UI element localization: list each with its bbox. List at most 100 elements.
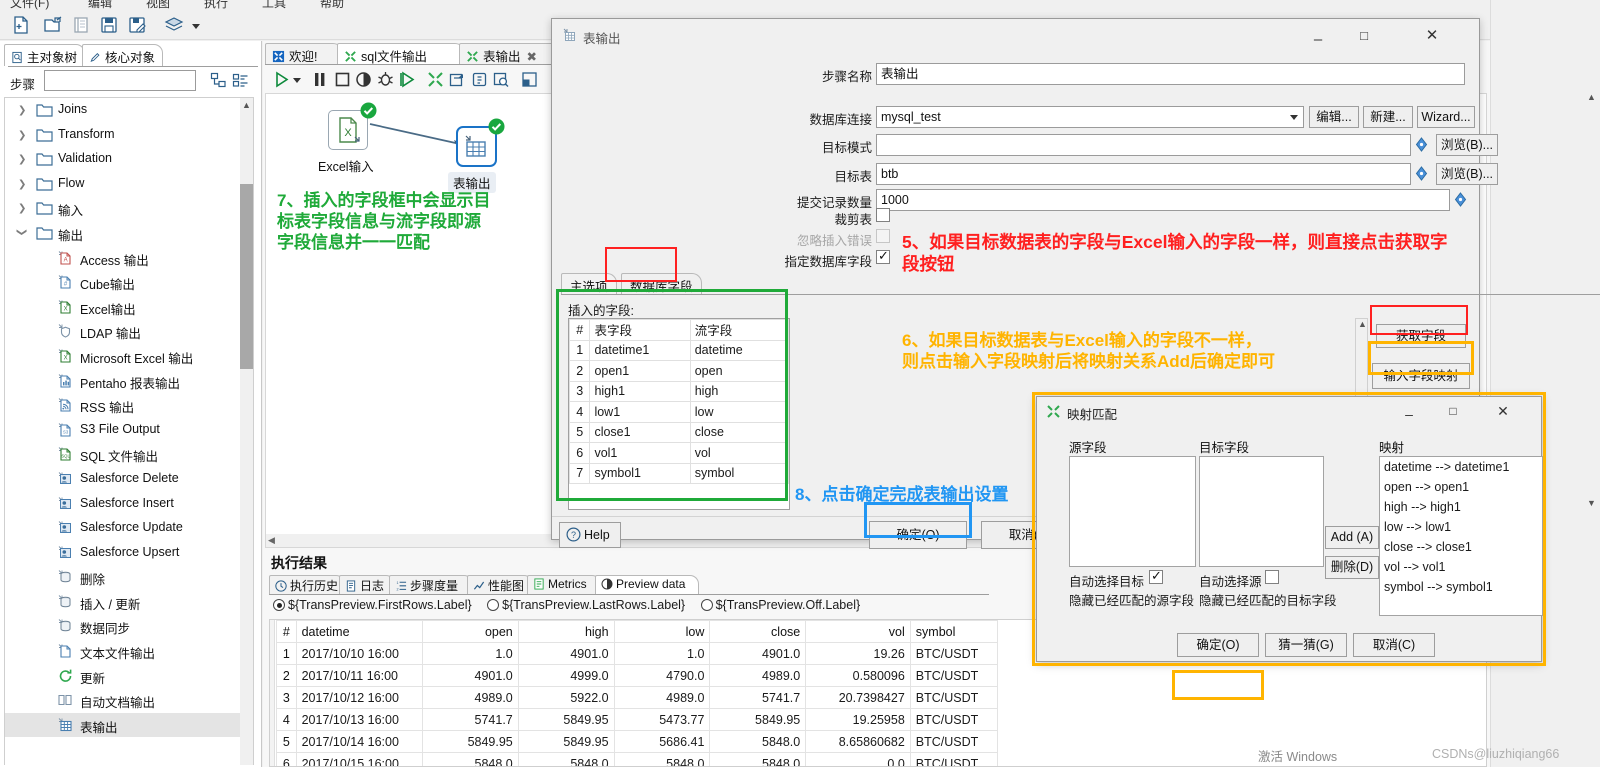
tree-item-输出[interactable]: ❯ 输出 bbox=[5, 221, 253, 246]
sql-editor-icon[interactable] bbox=[469, 69, 490, 90]
target-schema-input[interactable] bbox=[876, 134, 1411, 156]
menu-item-view[interactable]: 视图 bbox=[146, 0, 170, 10]
save-as-icon[interactable] bbox=[126, 14, 148, 36]
chevron-right-icon[interactable]: ❯ bbox=[18, 130, 27, 141]
menu-item-run[interactable]: 执行 bbox=[204, 0, 228, 10]
tree-item-pentaho-报表输出[interactable]: Pentaho 报表输出 bbox=[5, 369, 253, 394]
minimize-icon[interactable]: – bbox=[1295, 19, 1341, 49]
tree-item-数据同步[interactable]: 数据同步 bbox=[5, 614, 253, 639]
preview-table-row[interactable]: 2 2017/10/11 16:00 4901.0 4999.0 4790.0 4989.… bbox=[276, 664, 999, 687]
collapse-tree-icon[interactable] bbox=[232, 72, 249, 89]
export-icon[interactable] bbox=[447, 69, 468, 90]
commit-size-input[interactable]: 1000 bbox=[876, 189, 1450, 211]
exec-tab-性能图[interactable]: 性能图 bbox=[467, 575, 533, 595]
tree-item-ldap-输出[interactable]: LDAP 输出 bbox=[5, 319, 253, 344]
editor-tab-1[interactable]: sql文件输出 bbox=[337, 43, 465, 65]
tree-item-sql-文件输出[interactable]: SQL SQL 文件输出 bbox=[5, 442, 253, 467]
preview-col-open[interactable]: open bbox=[421, 620, 519, 643]
tree-item-access-输出[interactable]: A Access 输出 bbox=[5, 246, 253, 271]
variable-diamond-icon[interactable] bbox=[1413, 136, 1430, 153]
edit-connection-button[interactable]: 编辑... bbox=[1309, 106, 1359, 128]
chevron-down-icon[interactable]: ❯ bbox=[16, 228, 27, 237]
tree-item-表输出[interactable]: 表输出 bbox=[5, 712, 253, 738]
preview-col-datetime[interactable]: datetime bbox=[295, 620, 423, 643]
exec-tab-metrics[interactable]: Metrics bbox=[527, 575, 601, 595]
radio-off[interactable]: ${TransPreview.Off.Label} bbox=[700, 598, 860, 612]
preview-col-high[interactable]: high bbox=[517, 620, 615, 643]
menu-item-edit[interactable]: 编辑 bbox=[88, 0, 112, 10]
tree-item-salesforce-insert[interactable]: Salesforce Insert bbox=[5, 492, 253, 517]
variable-diamond-icon-3[interactable] bbox=[1452, 191, 1469, 208]
tree-item-excel输出[interactable]: X Excel输出 bbox=[5, 295, 253, 320]
preview-table-row[interactable]: 5 2017/10/14 16:00 5849.95 5849.95 5686.41 58… bbox=[276, 730, 999, 753]
run-dropdown-arrow-icon[interactable] bbox=[291, 69, 303, 90]
explorer-icon[interactable] bbox=[70, 14, 92, 36]
exec-tab-步骤度量[interactable]: 1 2 步骤度量 bbox=[389, 575, 473, 595]
step-name-input[interactable]: 表输出 bbox=[876, 63, 1465, 85]
specify-db-fields-checkbox[interactable] bbox=[876, 248, 890, 264]
radio-first-rows[interactable]: ${TransPreview.FirstRows.Label} bbox=[273, 598, 472, 612]
connection-chevron-down-icon[interactable] bbox=[1290, 115, 1298, 120]
expand-tree-icon[interactable] bbox=[210, 72, 227, 89]
truncate-table-checkbox[interactable] bbox=[876, 208, 890, 222]
pause-icon[interactable] bbox=[309, 69, 330, 90]
editor-tab-2[interactable]: 表输出 ✖ bbox=[459, 43, 563, 65]
variable-diamond-icon-2[interactable] bbox=[1413, 165, 1430, 182]
connection-combo[interactable]: mysql_test bbox=[876, 106, 1304, 128]
preview-table-row[interactable]: 6 2017/10/15 16:00 5848.0 5848.0 5848.0 5848.… bbox=[276, 752, 999, 766]
chevron-right-icon[interactable]: ❯ bbox=[18, 154, 27, 165]
preview-table-row[interactable]: 1 2017/10/10 16:00 1.0 4901.0 1.0 4901.0 19.26… bbox=[276, 642, 999, 665]
preview-col-idx[interactable]: # bbox=[276, 620, 297, 643]
preview-col-close[interactable]: close bbox=[709, 620, 807, 643]
chevron-right-icon[interactable]: ❯ bbox=[18, 179, 27, 190]
menu-item-help[interactable]: 帮助 bbox=[320, 0, 344, 10]
menu-item-tools[interactable]: 工具 bbox=[262, 0, 286, 10]
tree-item-自动文档输出[interactable]: 自动文档输出 bbox=[5, 688, 253, 713]
run-icon[interactable] bbox=[271, 69, 292, 90]
save-icon[interactable] bbox=[98, 14, 120, 36]
radio-last-rows[interactable]: ${TransPreview.LastRows.Label} bbox=[487, 598, 685, 612]
tree-item-joins[interactable]: ❯ Joins bbox=[5, 98, 253, 123]
preview-icon[interactable] bbox=[353, 69, 374, 90]
close-icon[interactable]: ✖ bbox=[527, 50, 537, 64]
maximize-icon[interactable]: □ bbox=[1341, 19, 1387, 49]
debug-icon[interactable] bbox=[375, 69, 396, 90]
wizard-connection-button[interactable]: Wizard... bbox=[1417, 106, 1475, 128]
layers-icon[interactable] bbox=[163, 14, 185, 36]
menu-item-file[interactable]: 文件(F) bbox=[10, 0, 49, 10]
tree-item-cube输出[interactable]: # Cube输出 bbox=[5, 270, 253, 295]
new-connection-button[interactable]: 新建... bbox=[1363, 106, 1413, 128]
menu-bar[interactable]: 文件(F) 编辑 视图 执行 工具 帮助 bbox=[0, 0, 1600, 10]
tree-item-salesforce-delete[interactable]: Salesforce Delete bbox=[5, 467, 253, 492]
close-icon[interactable]: ✕ bbox=[1409, 19, 1455, 49]
preview-col-low[interactable]: low bbox=[613, 620, 711, 643]
target-table-input[interactable]: btb bbox=[876, 163, 1411, 185]
browse-table-button[interactable]: 浏览(B)... bbox=[1436, 163, 1498, 185]
tree-item-validation[interactable]: ❯ Validation bbox=[5, 147, 253, 172]
replay-icon[interactable] bbox=[397, 69, 418, 90]
grid-view-icon[interactable] bbox=[519, 69, 540, 90]
tree-scrollbar[interactable]: ▲ bbox=[240, 98, 253, 765]
tree-item-salesforce-update[interactable]: Salesforce Update bbox=[5, 516, 253, 541]
exec-tab-执行历史[interactable]: 执行历史 bbox=[269, 575, 345, 595]
step-search-input[interactable] bbox=[44, 70, 196, 91]
tree-item-文本文件输出[interactable]: 文本文件输出 bbox=[5, 639, 253, 664]
tree-item-rss-输出[interactable]: RSS 输出 bbox=[5, 393, 253, 418]
editor-tab-0[interactable]: 欢迎! bbox=[265, 43, 343, 65]
tab-main-object-tree[interactable]: 主对象树 bbox=[4, 44, 86, 66]
chevron-right-icon[interactable]: ❯ bbox=[18, 105, 27, 116]
preview-col-vol[interactable]: vol bbox=[805, 620, 911, 643]
preview-table-row[interactable]: 3 2017/10/12 16:00 4989.0 5922.0 4989.0 5741.… bbox=[276, 686, 999, 709]
right-scrollbar[interactable]: ▲ ▼ bbox=[1585, 92, 1598, 512]
tree-item-s3-file-output[interactable]: S3 S3 File Output bbox=[5, 418, 253, 443]
chevron-right-icon[interactable]: ❯ bbox=[18, 203, 27, 214]
preview-col-symbol[interactable]: symbol bbox=[909, 620, 999, 643]
stop-icon[interactable] bbox=[331, 69, 352, 90]
tree-item-更新[interactable]: 更新 bbox=[5, 664, 253, 689]
table-output-dialog-titlebar[interactable]: 表输出 – □ ✕ bbox=[552, 19, 1479, 53]
layers-dropdown-arrow-icon[interactable] bbox=[189, 14, 203, 36]
tree-item-删除[interactable]: 删除 bbox=[5, 565, 253, 590]
exec-tab-preview-data[interactable]: Preview data bbox=[595, 575, 699, 595]
tree-item-microsoft-excel-输出[interactable]: X Microsoft Excel 输出 bbox=[5, 344, 253, 369]
new-file-icon[interactable] bbox=[10, 14, 32, 36]
